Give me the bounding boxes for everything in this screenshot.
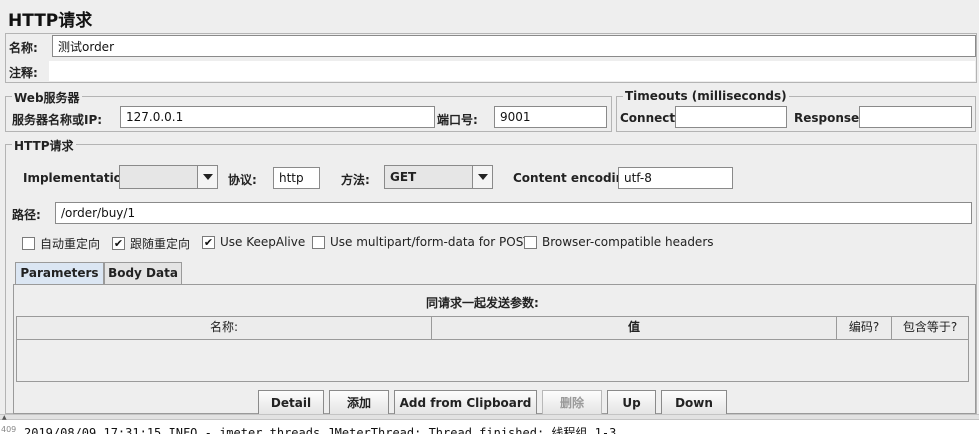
option-multipart[interactable]: Use multipart/form-data for POST [312, 235, 531, 249]
port-label: 端口号: [437, 113, 478, 127]
down-button[interactable]: Down [661, 390, 727, 416]
option-browser-headers[interactable]: Browser-compatible headers [524, 235, 714, 249]
method-value: GET [390, 170, 417, 184]
comment-label: 注释: [9, 66, 38, 80]
chevron-down-icon[interactable] [197, 166, 217, 188]
column-header-value[interactable]: 值 [432, 317, 837, 339]
response-field[interactable] [859, 106, 972, 128]
page-title: HTTP请求 [8, 11, 93, 31]
server-name-label: 服务器名称或IP: [12, 113, 103, 127]
option-auto-redirect[interactable]: 自动重定向 [22, 235, 100, 252]
http-request-legend: HTTP请求 [12, 137, 76, 154]
web-server-legend: Web服务器 [12, 89, 82, 106]
server-name-field[interactable] [120, 106, 435, 128]
path-field[interactable] [55, 202, 972, 224]
timeouts-legend: Timeouts (milliseconds) [623, 89, 789, 103]
name-field[interactable] [52, 35, 976, 57]
log-panel: 409 2019/08/09 17:31:15 INFO - jmeter.th… [0, 420, 979, 434]
add-button[interactable]: 添加 [329, 390, 389, 416]
option-label: Use multipart/form-data for POST [330, 235, 531, 249]
checkbox-checked[interactable]: ✔ [202, 235, 215, 249]
connect-label: Connect: [620, 111, 680, 125]
option-label: 跟随重定向 [130, 237, 191, 251]
option-label: Use KeepAlive [220, 235, 306, 249]
option-follow-redirects[interactable]: ✔ 跟随重定向 [112, 235, 190, 252]
method-label: 方法: [341, 173, 370, 187]
name-label: 名称: [9, 41, 38, 55]
encoding-field[interactable] [618, 167, 733, 189]
params-caption: 同请求一起发送参数: [426, 296, 539, 310]
tab-body-data[interactable]: Body Data [104, 262, 182, 284]
add-from-clipboard-button[interactable]: Add from Clipboard [394, 390, 537, 416]
path-label: 路径: [12, 208, 41, 222]
log-line-number: 409 [1, 425, 17, 434]
chevron-down-icon[interactable] [472, 166, 492, 188]
protocol-label: 协议: [228, 173, 257, 187]
checkbox-checked[interactable]: ✔ [112, 237, 125, 250]
option-label: Browser-compatible headers [542, 235, 714, 249]
protocol-field[interactable] [273, 167, 320, 189]
delete-button[interactable]: 删除 [542, 390, 602, 416]
tab-parameters[interactable]: Parameters [15, 262, 104, 285]
up-button[interactable]: Up [607, 390, 656, 416]
response-label: Response: [794, 111, 864, 125]
column-header-include-equals[interactable]: 包含等于? [892, 317, 968, 339]
comment-field[interactable] [48, 60, 976, 82]
column-header-encode[interactable]: 编码? [837, 317, 892, 339]
checkbox[interactable] [312, 235, 325, 249]
column-header-name[interactable]: 名称: [17, 317, 432, 339]
implementation-select[interactable] [119, 165, 218, 189]
connect-field[interactable] [675, 106, 787, 128]
log-text: 2019/08/09 17:31:15 INFO - jmeter.thread… [24, 426, 617, 434]
checkbox[interactable] [22, 237, 35, 250]
table-header-divider [17, 339, 968, 340]
detail-button[interactable]: Detail [258, 390, 324, 416]
option-keepalive[interactable]: ✔ Use KeepAlive [202, 235, 305, 249]
params-table: 名称: 值 编码? 包含等于? [16, 316, 969, 382]
port-field[interactable] [494, 106, 607, 128]
method-select[interactable]: GET [384, 165, 493, 189]
option-label: 自动重定向 [40, 237, 101, 251]
checkbox[interactable] [524, 235, 537, 249]
